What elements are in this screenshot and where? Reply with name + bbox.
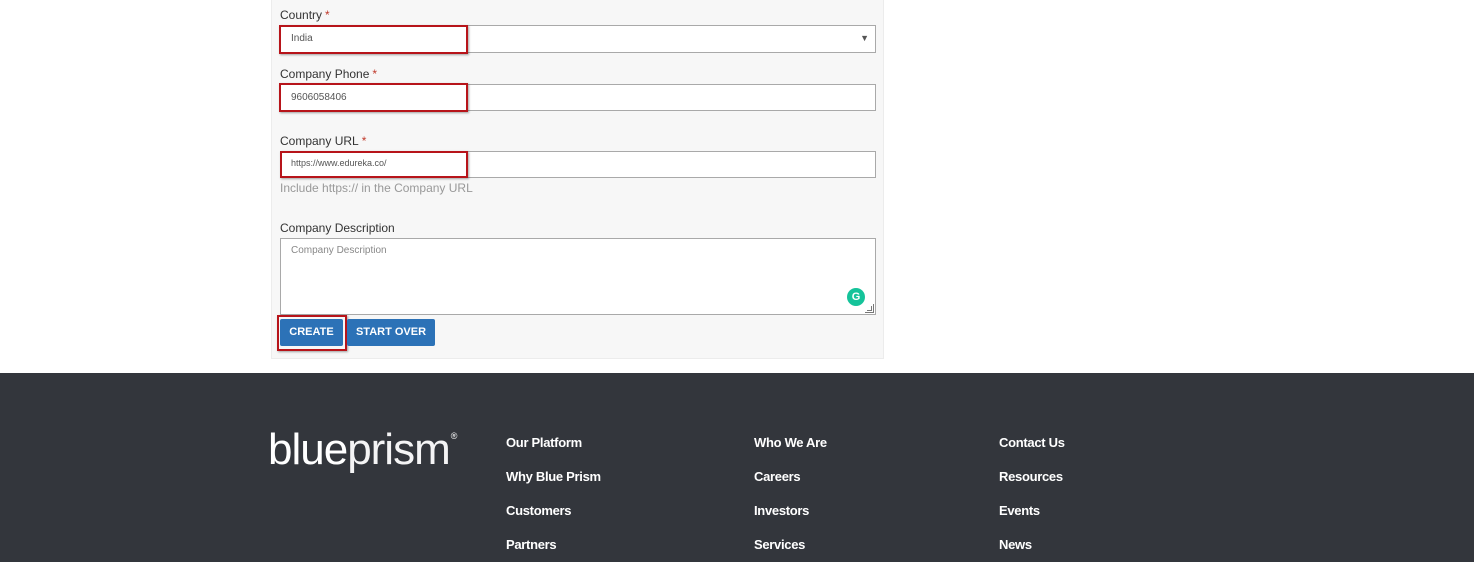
create-button[interactable]: CREATE (280, 319, 343, 346)
grammarly-icon[interactable]: G (847, 288, 865, 306)
company-description-textarea[interactable]: Company Description G (280, 238, 876, 315)
url-value: https://www.edureka.co/ (291, 158, 387, 168)
footer-link-customers[interactable]: Customers (506, 503, 601, 537)
footer-link-who-we-are[interactable]: Who We Are (754, 435, 827, 469)
description-placeholder: Company Description (291, 245, 387, 256)
footer-link-careers[interactable]: Careers (754, 469, 827, 503)
footer-column-1: Our Platform Why Blue Prism Customers Pa… (506, 435, 601, 571)
footer-link-resources[interactable]: Resources (999, 469, 1065, 503)
country-select[interactable]: India ▼ (280, 25, 876, 53)
footer-link-our-platform[interactable]: Our Platform (506, 435, 601, 469)
required-mark: * (372, 67, 378, 81)
footer-link-services[interactable]: Services (754, 537, 827, 571)
company-phone-input[interactable]: 9606058406 (280, 84, 876, 111)
company-form: Country * India ▼ Company Phone * 96060584… (271, 0, 884, 359)
description-label: Company Description (280, 221, 395, 235)
site-footer: blueprism® Our Platform Why Blue Prism C… (0, 373, 1474, 562)
footer-column-2: Who We Are Careers Investors Services (754, 435, 827, 571)
url-hint: Include https:// in the Company URL (280, 181, 473, 195)
url-label: Company URL * (280, 134, 367, 148)
company-url-input[interactable]: https://www.edureka.co/ (280, 151, 876, 178)
resize-handle-icon[interactable] (865, 304, 874, 313)
footer-link-contact-us[interactable]: Contact Us (999, 435, 1065, 469)
footer-link-events[interactable]: Events (999, 503, 1065, 537)
required-mark: * (325, 8, 330, 22)
phone-label: Company Phone * (280, 67, 378, 81)
phone-value: 9606058406 (291, 92, 347, 103)
footer-column-3: Contact Us Resources Events News (999, 435, 1065, 571)
footer-link-news[interactable]: News (999, 537, 1065, 571)
dropdown-arrow-icon: ▼ (860, 33, 869, 43)
start-over-button[interactable]: START OVER (347, 319, 435, 346)
country-value: India (291, 33, 313, 44)
footer-link-investors[interactable]: Investors (754, 503, 827, 537)
footer-link-why-blue-prism[interactable]: Why Blue Prism (506, 469, 601, 503)
country-label: Country * (280, 8, 330, 22)
blueprism-logo[interactable]: blueprism® (268, 425, 457, 475)
required-mark: * (361, 134, 367, 148)
footer-link-partners[interactable]: Partners (506, 537, 601, 571)
